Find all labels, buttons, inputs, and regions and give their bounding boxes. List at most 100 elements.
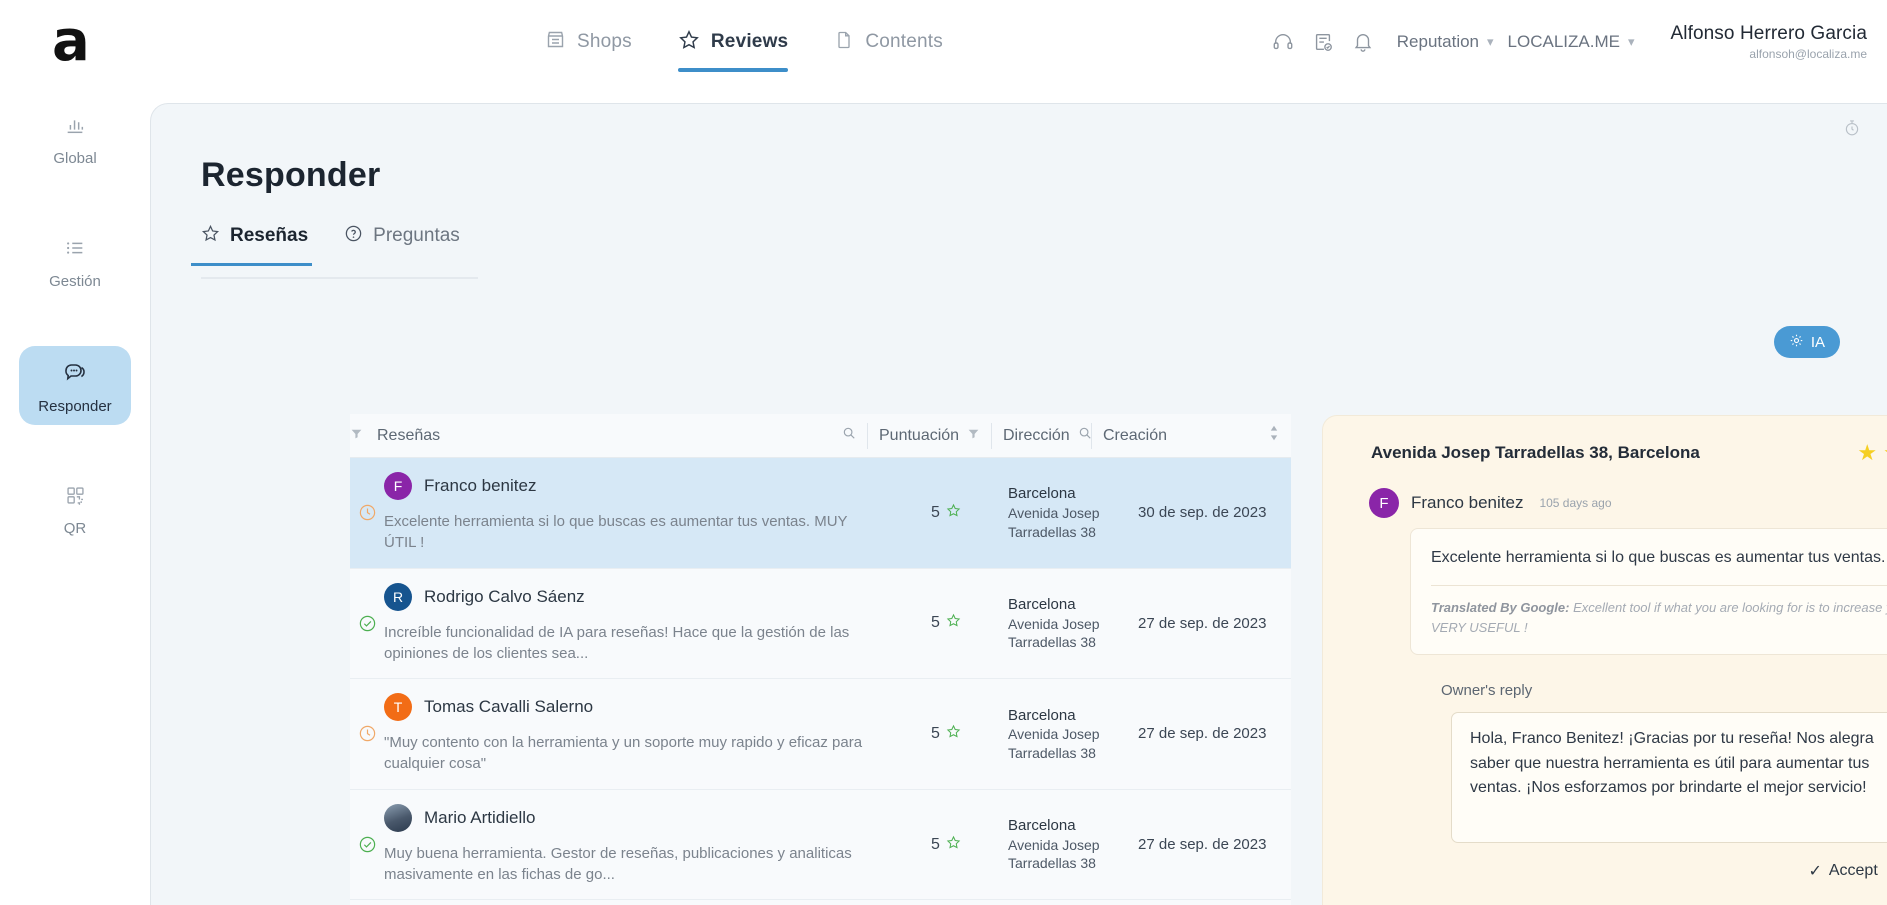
chevron-down-icon: ▾ [1627, 34, 1635, 49]
avatar [384, 803, 412, 832]
shop-icon [545, 29, 566, 55]
star-icon [678, 29, 700, 56]
left-sidebar: Global Gestión Responder QR [0, 84, 150, 905]
review-text: Increíble funcionalidad de IA para reseñ… [384, 623, 850, 662]
status-icon-pending [350, 900, 384, 905]
score-value: 5 [931, 835, 940, 853]
detail-header: Avenida Josep Tarradellas 38, Barcelona … [1323, 416, 1887, 464]
date-cell: 30 de sep. de 2023 [1138, 504, 1267, 522]
column-label-puntuacion: Puntuación [879, 426, 960, 444]
address-city: Barcelona [1008, 706, 1076, 724]
review-cell: T Tomas Cavalli Salerno "Muy contento co… [384, 679, 884, 789]
date-cell: 27 de sep. de 2023 [1138, 836, 1267, 854]
owner-reply-header: Owner's reply IA [1441, 679, 1887, 702]
address-cell: Barcelona Avenida Josep Tarradellas 38 [1008, 569, 1120, 679]
filter-icon[interactable] [350, 427, 363, 445]
search-icon[interactable] [842, 426, 856, 445]
user-menu[interactable]: Alfonso Herrero Garcia alfonsoh@localiza… [1671, 23, 1868, 61]
task-check-icon[interactable] [1303, 22, 1343, 62]
nav-item-shops[interactable]: Shops [545, 0, 632, 84]
score-cell: 5 [884, 900, 1008, 905]
account-dropdown[interactable]: LOCALIZA.ME ▾ [1508, 32, 1635, 52]
table-row[interactable]: Mario Artidiello Muy buena herramienta. … [350, 790, 1291, 901]
column-header-resenas[interactable]: Reseñas [350, 423, 867, 449]
detail-author-row: F Franco benitez 105 days ago [1369, 488, 1887, 518]
table-row[interactable]: l luis gil de biedma La herramienta es i… [350, 900, 1291, 905]
tab-bar: Reseñas Preguntas [191, 224, 478, 279]
status-icon-done [350, 790, 384, 900]
sidebar-item-responder[interactable]: Responder [19, 346, 131, 425]
avatar: F [384, 472, 412, 500]
sidebar-label-gestion: Gestión [49, 273, 101, 290]
nav-label-contents: Contents [865, 31, 943, 52]
review-cell: l luis gil de biedma La herramienta es i… [384, 900, 884, 905]
star-icon [946, 835, 961, 855]
reputation-label: Reputation [1396, 32, 1480, 51]
detail-time-ago: 105 days ago [1539, 496, 1612, 510]
detail-rating-stars: ★ ★ ★ ★ ★ [1857, 442, 1887, 464]
nav-item-contents[interactable]: Contents [834, 0, 943, 84]
sidebar-item-qr[interactable]: QR [19, 471, 131, 547]
detail-address: Avenida Josep Tarradellas 38, Barcelona [1371, 443, 1700, 462]
status-icon-pending [350, 679, 384, 789]
date-cell: 27 de sep. de 2023 [1138, 725, 1267, 743]
sidebar-item-global[interactable]: Global [19, 100, 131, 177]
owner-reply-textarea[interactable] [1451, 712, 1887, 844]
address-city: Barcelona [1008, 817, 1076, 835]
tab-underline [191, 263, 313, 266]
headset-icon[interactable] [1263, 22, 1303, 62]
table-row[interactable]: R Rodrigo Calvo Sáenz Increíble funciona… [350, 569, 1291, 680]
sidebar-item-gestion[interactable]: Gestión [19, 223, 131, 300]
nav-underline-reviews [677, 68, 789, 72]
column-header-creacion[interactable]: Creación [1091, 422, 1291, 449]
table-header-row: Reseñas Puntuación Dirección Creación [350, 414, 1291, 458]
search-icon[interactable] [1078, 426, 1092, 445]
column-label-creacion: Creación [1103, 426, 1168, 444]
detail-author-name: Franco benitez [1411, 493, 1524, 512]
sort-icon[interactable] [1268, 425, 1280, 446]
status-icon-pending [350, 458, 384, 568]
nav-item-reviews[interactable]: Reviews [677, 0, 789, 84]
star-icon: ★ [1857, 440, 1878, 465]
address-cell: Barcelona Avenida Josep Tarradellas 38 [1008, 679, 1120, 789]
date-cell: 26 de sep. de 2023 [1120, 900, 1266, 905]
reviews-table: Reseñas Puntuación Dirección Creación F … [350, 414, 1291, 905]
ia-button[interactable]: IA [1773, 326, 1840, 358]
reviewer-name: Tomas Cavalli Salerno [424, 697, 594, 717]
reputation-dropdown[interactable]: Reputation ▾ [1397, 32, 1494, 52]
column-header-puntuacion[interactable]: Puntuación [867, 422, 991, 449]
table-row[interactable]: T Tomas Cavalli Salerno "Muy contento co… [350, 679, 1291, 790]
filter-icon[interactable] [967, 427, 980, 445]
tab-label-preguntas: Preguntas [373, 225, 460, 246]
main-navigation: Shops Reviews Contents [545, 0, 943, 84]
address-street: Avenida Josep Tarradellas 38 [1008, 837, 1100, 872]
detail-review-box: Excelente herramienta si lo que buscas e… [1410, 528, 1887, 656]
column-header-direccion[interactable]: Dirección [991, 422, 1092, 449]
tab-resenas[interactable]: Reseñas [191, 224, 313, 266]
document-icon [834, 30, 854, 55]
content-card: Responder Reseñas Preguntas IA Reseñas P… [150, 103, 1887, 905]
bell-icon[interactable] [1343, 22, 1383, 62]
check-icon: ✓ [1808, 863, 1822, 881]
detail-review-text: Excelente herramienta si lo que buscas e… [1431, 549, 1887, 566]
column-label-resenas: Reseñas [377, 426, 441, 444]
score-cell: 5 [884, 458, 1008, 568]
stopwatch-icon[interactable] [1843, 119, 1861, 142]
app-logo[interactable]: a [52, 14, 100, 70]
bar-chart-icon [64, 114, 86, 141]
accept-button[interactable]: ✓ Accept [1808, 861, 1877, 881]
nav-label-reviews: Reviews [710, 31, 789, 52]
address-city: Barcelona [1008, 485, 1076, 503]
score-cell: 5 [884, 679, 1008, 789]
score-value: 5 [931, 614, 940, 632]
avatar: F [1369, 488, 1399, 518]
star-icon [946, 503, 961, 523]
detail-translation: Translated By Google: Excellent tool if … [1431, 598, 1887, 638]
tab-preguntas[interactable]: Preguntas [344, 224, 460, 264]
star-icon [946, 613, 961, 633]
accept-label: Accept [1828, 862, 1878, 880]
owner-reply-label: Owner's reply [1441, 682, 1533, 700]
sidebar-label-qr: QR [63, 520, 87, 537]
table-row[interactable]: F Franco benitez Excelente herramienta s… [350, 458, 1291, 569]
user-email: alfonsoh@localiza.me [1749, 47, 1867, 61]
